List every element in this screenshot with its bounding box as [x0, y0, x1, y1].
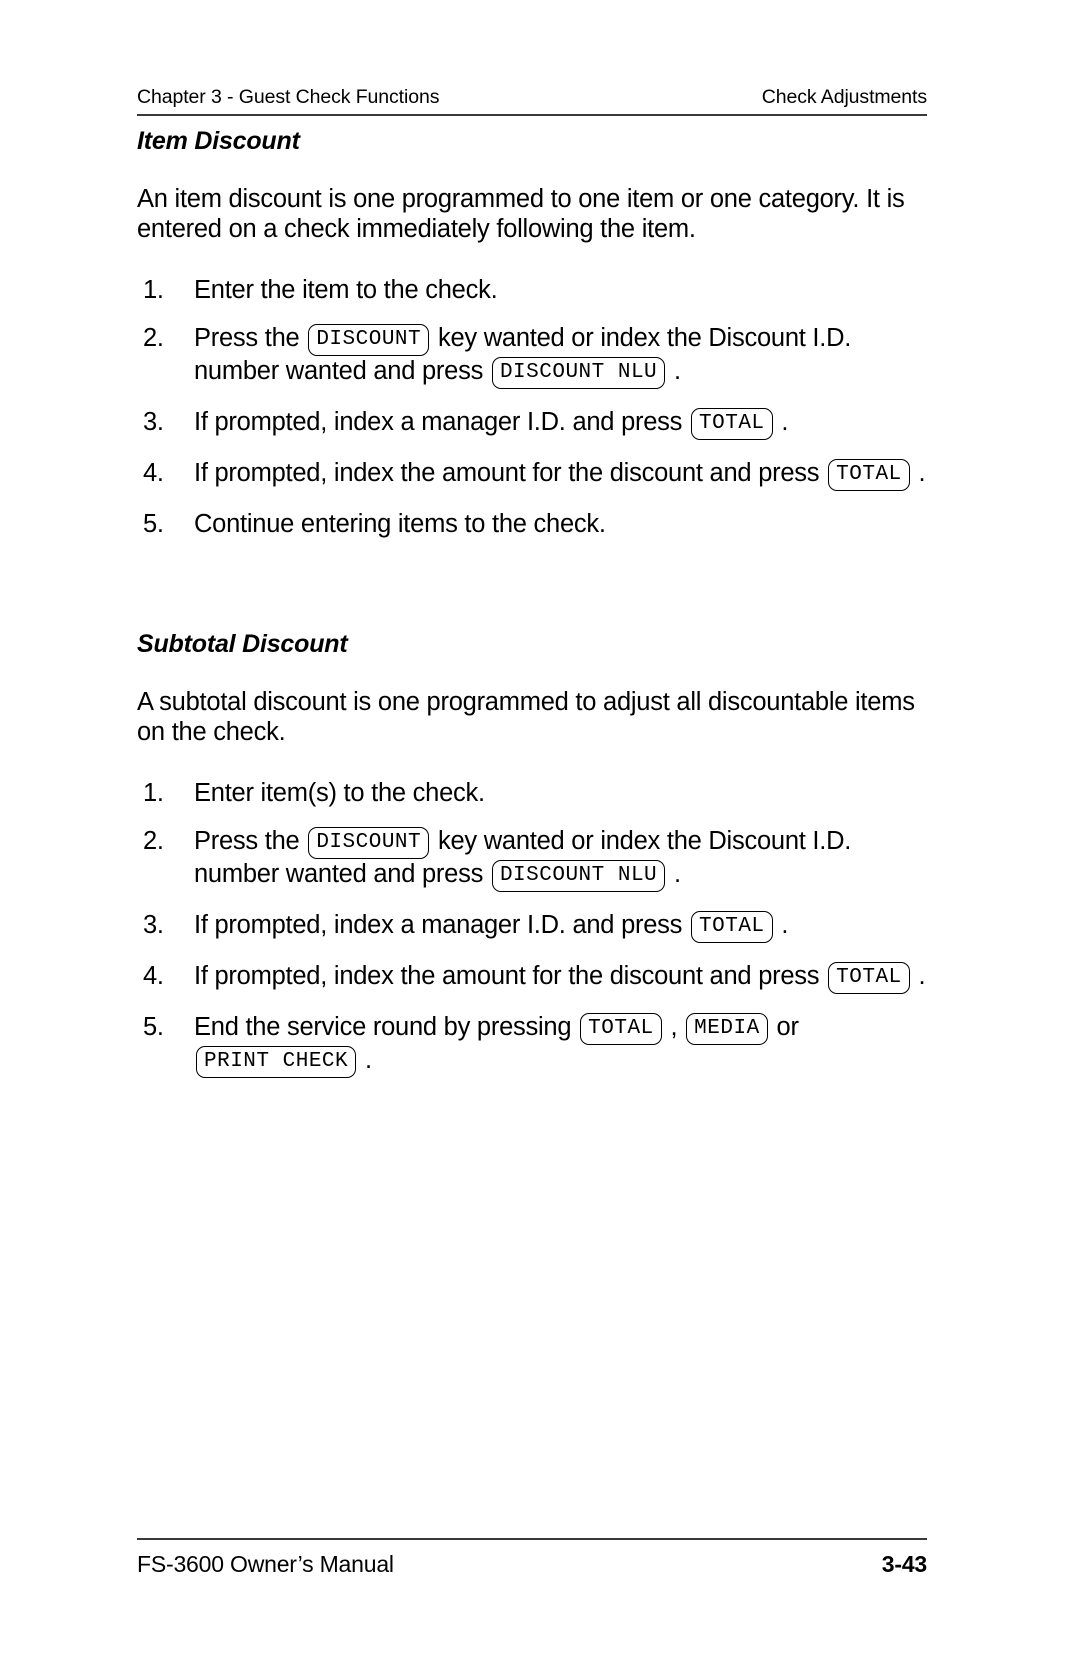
section-heading: Item Discount	[137, 127, 300, 155]
step-text: .	[774, 408, 789, 436]
running-head: Chapter 3 - Guest Check Functions Check …	[137, 86, 927, 116]
step-text: Press the	[194, 324, 307, 352]
key-cap-discount-nlu[interactable]: DISCOUNT NLU	[491, 357, 666, 389]
step-text: .	[667, 357, 681, 385]
step-text: If prompted, index a manager I.D. and pr…	[194, 408, 690, 436]
step-text: .	[911, 459, 926, 487]
key-cap-total[interactable]: TOTAL	[828, 962, 910, 995]
footer-manual-title: FS-3600 Owner’s Manual	[137, 1551, 394, 1577]
procedure-step: 4. If prompted, index the amount for the …	[137, 458, 932, 491]
step-text: If prompted, index a manager I.D. and pr…	[194, 911, 690, 940]
step-text: Enter item(s) to the check.	[194, 779, 485, 807]
manual-page: Chapter 3 - Guest Check Functions Check …	[0, 0, 1080, 1669]
procedure-step: 5. End the service round by pressing TOTA…	[137, 1012, 932, 1079]
running-head-topic: Check Adjustments	[761, 86, 927, 108]
step-text: If prompted, index the amount for the di…	[194, 459, 827, 487]
heading-spacer	[137, 659, 932, 687]
section-heading: Subtotal Discount	[137, 630, 348, 659]
key-cap-media[interactable]: MEDIA	[686, 1013, 768, 1046]
procedure-step: 3. If prompted, index a manager I.D. and …	[137, 910, 932, 944]
step-text: .	[911, 962, 926, 991]
procedure-step: 1. Enter the item to the check.	[137, 275, 932, 305]
step-text: Press the	[194, 827, 307, 856]
key-cap-discount[interactable]: DISCOUNT	[308, 827, 430, 860]
page-footer: FS-3600 Owner’s Manual 3-43	[137, 1538, 927, 1578]
step-number: 3.	[143, 408, 164, 436]
key-cap-total[interactable]: TOTAL	[580, 1013, 662, 1046]
step-text: .	[667, 860, 681, 889]
procedure-step: 2. Press the DISCOUNT key wanted or index…	[137, 323, 932, 389]
running-head-chapter: Chapter 3 - Guest Check Functions	[137, 86, 440, 108]
step-number: 3.	[143, 911, 164, 940]
step-text: End the service round by pressing	[194, 1013, 579, 1042]
procedure-step: 2. Press the DISCOUNT key wanted or index…	[137, 826, 932, 893]
key-cap-discount[interactable]: DISCOUNT	[308, 324, 430, 356]
step-text: .	[774, 911, 789, 940]
step-number: 1.	[143, 275, 164, 304]
step-number: 5.	[143, 1013, 164, 1042]
key-cap-total[interactable]: TOTAL	[828, 459, 910, 491]
heading-spacer	[137, 156, 932, 184]
section-intro-paragraph: An item discount is one programmed to on…	[137, 184, 905, 243]
footer-page-number: 3-43	[881, 1551, 927, 1577]
procedure-step: 1. Enter item(s) to the check.	[137, 778, 932, 808]
procedure-step: 5. Continue entering items to the check.	[137, 509, 932, 539]
step-text: If prompted, index the amount for the di…	[194, 962, 827, 991]
key-cap-total[interactable]: TOTAL	[691, 911, 773, 944]
step-number: 2.	[143, 827, 164, 856]
key-cap-total[interactable]: TOTAL	[691, 408, 773, 440]
key-cap-print-check[interactable]: PRINT CHECK	[196, 1046, 357, 1079]
step-number: 1.	[143, 779, 164, 807]
step-text: Continue entering items to the check.	[194, 510, 606, 538]
step-text: .	[358, 1046, 372, 1075]
procedure-step-list: 1. Enter item(s) to the check. 2. Press the…	[137, 778, 932, 1079]
step-text: or	[769, 1013, 799, 1042]
page-content: Item Discount An item discount is one pro…	[137, 127, 932, 1096]
procedure-step: 4. If prompted, index the amount for the …	[137, 961, 932, 995]
step-text: Enter the item to the check.	[194, 275, 498, 304]
procedure-step: 3. If prompted, index a manager I.D. and …	[137, 407, 932, 440]
procedure-step-list: 1. Enter the item to the check. 2. Press th…	[137, 275, 932, 540]
step-number: 2.	[143, 324, 164, 352]
section-intro-paragraph: A subtotal discount is one programmed to…	[137, 687, 915, 746]
step-number: 5.	[143, 510, 164, 538]
key-cap-discount-nlu[interactable]: DISCOUNT NLU	[491, 860, 666, 893]
step-number: 4.	[143, 459, 164, 487]
step-number: 4.	[143, 962, 164, 991]
step-text: ,	[663, 1013, 685, 1042]
